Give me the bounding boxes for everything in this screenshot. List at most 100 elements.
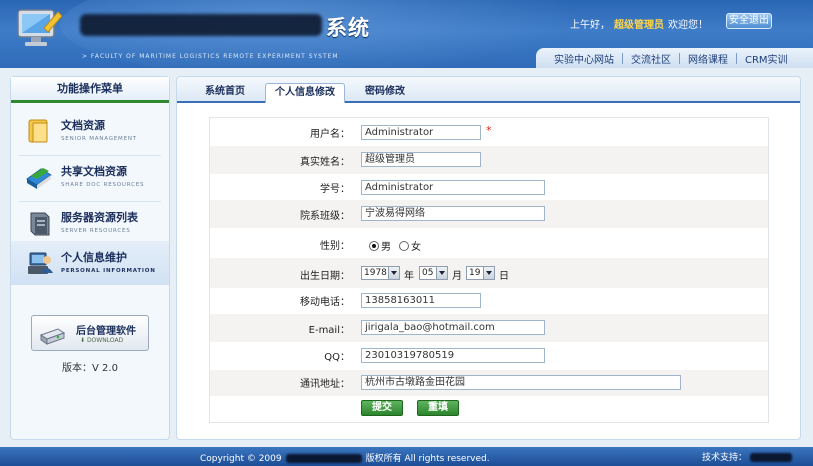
tab-change-password[interactable]: 密码修改 [355,83,415,103]
form-row-actions: 提交 重填 [210,396,768,422]
books-icon [26,168,52,189]
current-user-name: 超级管理员 [614,20,664,31]
gender-female-radio[interactable] [399,240,409,251]
tech-support-redacted [750,453,793,462]
gender-female-label[interactable]: 女 [411,238,421,253]
chevron-down-icon [388,267,399,279]
form-row-student-id: 学号： Administrator [210,174,768,200]
folder-icon [28,119,48,143]
nav-link-online-courses[interactable]: 网络课程 [680,51,736,66]
computer-user-icon [28,252,53,274]
form-row-address: 通讯地址： 杭州市古墩路金田花园 [210,370,768,396]
year-unit: 年 [404,271,414,282]
sidebar-item-sublabel: PERSONAL INFORMATION [61,268,156,274]
copyright: Copyright © 2009 版权所有 All rights reserved… [200,451,490,464]
copyright-suffix: 版权所有 All rights reserved. [365,454,490,464]
real-name-label: 真实姓名： [300,157,350,168]
sidebar-item-label: 服务器资源列表 [61,211,138,224]
birth-day-select[interactable]: 19 [466,266,495,280]
qq-input[interactable]: 23010319780519 [361,348,545,363]
mobile-input[interactable]: 13858163011 [361,293,481,308]
admin-software-download-button[interactable]: 后台管理软件 ⬇ DOWNLOAD [31,315,149,351]
monitor-logo-icon [17,9,63,46]
form-row-birth-date: 出生日期： 1978 年 05 月 19 日 [210,258,768,288]
sidebar-heading: 功能操作菜单 [11,77,169,103]
email-input[interactable]: jirigala_bao@hotmail.com [361,320,545,335]
logout-button[interactable]: 安全退出 [726,13,772,29]
form-row-email: E-mail： jirigala_bao@hotmail.com [210,314,768,342]
form-row-gender: 性别： 男 女 [210,228,768,258]
address-label: 通讯地址： [300,379,350,390]
personal-info-form: 用户名： Administrator * 真实姓名： 超级管理员 学号： Adm… [209,117,769,423]
greeting-suffix: 欢迎您！ [668,20,708,31]
nav-link-lab-center[interactable]: 实验中心网站 [546,51,622,66]
mobile-label: 移动电话： [300,297,350,308]
top-nav-links: 实验中心网站 交流社区 网络课程 CRM实训 [536,48,813,68]
version-text: 版本：V 2.0 [62,363,118,374]
download-label: ⬇ DOWNLOAD [80,337,124,344]
department-input[interactable]: 宁波易得网络 [361,206,545,221]
chevron-down-icon [483,267,494,279]
submit-button[interactable]: 提交 [361,400,403,416]
form-row-mobile: 移动电话： 13858163011 [210,288,768,314]
gender-label: 性别： [320,241,350,252]
reset-button[interactable]: 重填 [417,400,459,416]
birth-day-value: 19 [469,268,481,278]
download-text: DOWNLOAD [86,337,124,344]
department-label: 院系班级： [300,211,350,222]
sidebar-item-documents[interactable]: 文档资源 SENIOR MANAGEMENT [11,109,169,153]
greeting-prefix: 上午好， [570,20,610,31]
gender-male-radio[interactable] [369,240,379,251]
month-unit: 月 [452,271,462,282]
nav-link-community[interactable]: 交流社区 [623,51,679,66]
form-row-department: 院系班级： 宁波易得网络 [210,200,768,228]
sidebar-item-server-resources[interactable]: 服务器资源列表 SERVER RESOURCES [11,201,169,245]
student-id-input[interactable]: Administrator [361,180,545,195]
sidebar-item-label: 个人信息维护 [61,251,127,264]
sidebar: 功能操作菜单 文档资源 SENIOR MANAGEMENT 共享文档资源 SHA… [10,76,170,440]
tab-bar: 系统首页 个人信息修改 密码修改 [177,77,800,103]
birth-year-value: 1978 [364,268,387,278]
username-input[interactable]: Administrator [361,125,481,140]
real-name-input[interactable]: 超级管理员 [361,152,481,167]
server-icon [30,212,50,236]
copyright-prefix: Copyright © 2009 [200,454,282,464]
username-label: 用户名： [310,129,350,140]
sidebar-item-sublabel: SERVER RESOURCES [61,228,131,234]
student-id-label: 学号： [320,184,350,195]
sidebar-item-sublabel: SENIOR MANAGEMENT [61,136,137,142]
required-mark: * [486,124,492,137]
birth-date-label: 出生日期： [300,271,350,282]
email-label: E-mail： [308,325,350,336]
sidebar-item-label: 文档资源 [61,119,105,132]
qq-label: QQ： [324,352,350,363]
company-name-redacted [285,454,362,463]
system-name-redacted [80,14,322,36]
form-row-username: 用户名： Administrator * [210,118,768,146]
gender-radio-group: 男 女 [369,238,429,253]
birth-month-select[interactable]: 05 [419,266,448,280]
footer: Copyright © 2009 版权所有 All rights reserved… [0,447,813,466]
tech-support: 技术支持： [702,450,793,463]
sidebar-item-personal-info[interactable]: 个人信息维护 PERSONAL INFORMATION [11,241,169,285]
sidebar-item-shared-docs[interactable]: 共享文档资源 SHARE DOC RESOURCES [11,155,169,199]
day-unit: 日 [499,271,509,282]
top-nav: 实验中心网站 交流社区 网络课程 CRM实训 [0,48,813,68]
nav-link-crm-training[interactable]: CRM实训 [737,51,796,66]
chevron-down-icon [436,267,447,279]
birth-month-value: 05 [422,268,434,278]
form-row-qq: QQ： 23010319780519 [210,342,768,370]
sidebar-item-sublabel: SHARE DOC RESOURCES [61,182,145,188]
system-title: 系统 [326,16,370,40]
tab-personal-info[interactable]: 个人信息修改 [265,83,345,103]
admin-software-label: 后台管理软件 [76,326,136,337]
tab-home[interactable]: 系统首页 [193,83,257,103]
main-panel: 系统首页 个人信息修改 密码修改 用户名： Administrator * 真实… [176,76,801,440]
address-input[interactable]: 杭州市古墩路金田花园 [361,375,681,390]
gender-male-label[interactable]: 男 [381,238,391,253]
greeting: 上午好， 超级管理员 欢迎您！ [570,16,708,31]
form-row-real-name: 真实姓名： 超级管理员 [210,146,768,174]
sidebar-item-label: 共享文档资源 [61,165,127,178]
birth-year-select[interactable]: 1978 [361,266,400,280]
hard-drive-icon [39,328,66,345]
